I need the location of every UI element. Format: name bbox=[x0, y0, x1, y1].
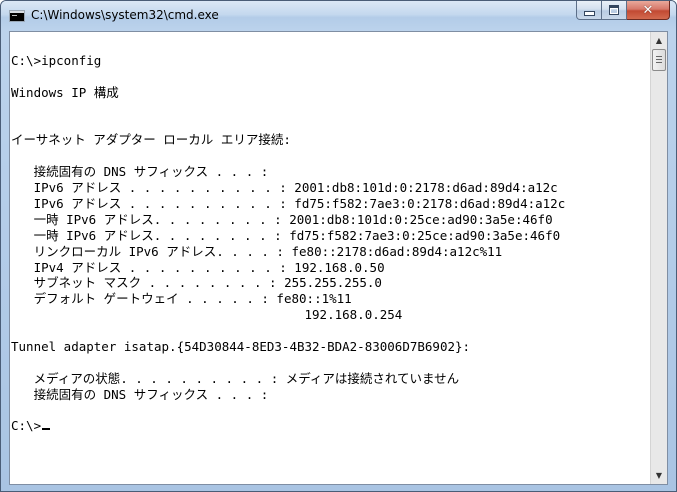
console-prompt: C:\> bbox=[11, 418, 42, 434]
close-icon: ✕ bbox=[642, 2, 654, 18]
console-app-icon[interactable] bbox=[9, 10, 25, 22]
console-line: 一時 IPv6 アドレス. . . . . . . . : fd75:f582:… bbox=[11, 227, 561, 243]
close-button[interactable]: ✕ bbox=[627, 1, 670, 20]
cmd-window: C:\Windows\system32\cmd.exe ✕ C:\>ipconf… bbox=[0, 0, 677, 492]
title-bar[interactable]: C:\Windows\system32\cmd.exe ✕ bbox=[1, 1, 676, 31]
console-line: 192.168.0.254 bbox=[11, 307, 403, 323]
console-line: IPv6 アドレス . . . . . . . . . . : fd75:f58… bbox=[11, 196, 566, 212]
console-line: サブネット マスク . . . . . . . . : 255.255.255.… bbox=[11, 275, 382, 291]
console-line: Tunnel adapter isatap.{54D30844-8ED3-4B3… bbox=[11, 339, 471, 355]
console-line: 接続固有の DNS サフィックス . . . : bbox=[11, 386, 269, 402]
console-prompt-line: C:\> bbox=[11, 418, 651, 434]
console-line: C:\>ipconfig bbox=[11, 53, 102, 68]
console-line: デフォルト ゲートウェイ . . . . . : fe80::1%11 bbox=[11, 291, 352, 307]
console-line: メディアの状態. . . . . . . . . . : メディアは接続されてい… bbox=[11, 370, 460, 386]
scroll-thumb[interactable] bbox=[652, 49, 666, 71]
console-line: IPv4 アドレス . . . . . . . . . . : 192.168.… bbox=[11, 259, 385, 275]
console-line: Windows IP 構成 bbox=[11, 84, 119, 100]
grip-icon bbox=[656, 56, 662, 63]
console-line: 一時 IPv6 アドレス. . . . . . . . : 2001:db8:1… bbox=[11, 211, 553, 227]
console-line: イーサネット アダプター ローカル エリア接続: bbox=[11, 132, 291, 148]
scroll-up-arrow-icon[interactable]: ▲ bbox=[651, 32, 667, 49]
maximize-button[interactable] bbox=[602, 1, 627, 20]
maximize-icon bbox=[609, 5, 619, 15]
console-client-area[interactable]: C:\>ipconfig Windows IP 構成イーサネット アダプター ロー… bbox=[9, 31, 668, 485]
console-line: IPv6 アドレス . . . . . . . . . . : 2001:db8… bbox=[11, 180, 558, 196]
minimize-icon bbox=[583, 11, 595, 16]
minimize-button[interactable] bbox=[576, 1, 602, 20]
console-output[interactable]: C:\>ipconfig Windows IP 構成イーサネット アダプター ロー… bbox=[11, 33, 651, 483]
console-line: リンクローカル IPv6 アドレス. . . . : fe80::2178:d6… bbox=[11, 243, 503, 259]
caption-buttons: ✕ bbox=[576, 1, 670, 21]
vertical-scrollbar[interactable]: ▲ ▼ bbox=[650, 32, 667, 484]
scroll-down-arrow-icon[interactable]: ▼ bbox=[651, 467, 667, 484]
text-cursor-icon bbox=[42, 428, 51, 431]
window-title: C:\Windows\system32\cmd.exe bbox=[31, 8, 219, 22]
console-line: 接続固有の DNS サフィックス . . . : bbox=[11, 164, 269, 180]
